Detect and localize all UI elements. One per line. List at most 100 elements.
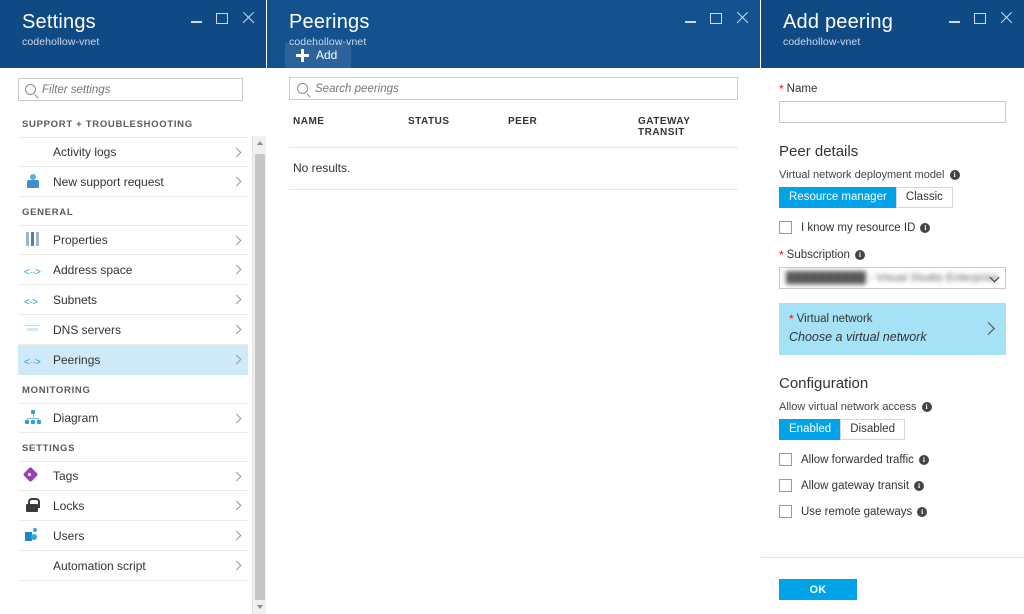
- footer-divider: [761, 557, 1024, 558]
- filter-settings-wrap: [0, 68, 266, 109]
- column-header-name[interactable]: NAME: [293, 116, 408, 138]
- sidebar-item-tags[interactable]: Tags: [18, 461, 248, 491]
- use-remote-gateways-label: Use remote gateways i: [801, 506, 928, 518]
- deployment-model-label: Virtual network deployment model i: [779, 169, 1006, 181]
- required-asterisk: *: [789, 312, 794, 326]
- column-header-peer[interactable]: PEER: [508, 116, 638, 138]
- virtual-network-label: * Virtual network: [789, 312, 994, 326]
- filter-settings-box[interactable]: [18, 78, 243, 101]
- required-asterisk: *: [779, 248, 784, 262]
- plus-icon: [296, 48, 309, 62]
- vnet-access-toggle: Enabled Disabled: [779, 419, 1006, 440]
- info-icon[interactable]: i: [920, 222, 931, 233]
- tags-icon: [24, 468, 42, 484]
- subscription-select[interactable]: ██████████ - Visual Studio Enterprise: [779, 267, 1006, 289]
- chevron-right-icon: [231, 471, 242, 481]
- peerings-body: NAME STATUS PEER GATEWAY TRANSIT No resu…: [267, 68, 760, 614]
- close-icon[interactable]: [736, 12, 748, 24]
- info-icon[interactable]: i: [854, 250, 865, 260]
- close-icon[interactable]: [242, 12, 254, 24]
- add-peering-button[interactable]: Add: [285, 43, 352, 68]
- ok-button[interactable]: OK: [779, 579, 857, 600]
- name-input[interactable]: [779, 101, 1006, 123]
- column-header-status[interactable]: STATUS: [408, 116, 508, 138]
- close-icon[interactable]: [1000, 12, 1012, 24]
- maximize-icon[interactable]: [710, 12, 722, 24]
- allow-gateway-transit-row[interactable]: Allow gateway transit i: [779, 479, 1006, 492]
- use-remote-gateways-row[interactable]: Use remote gateways i: [779, 505, 1006, 518]
- sidebar-item-activity-logs[interactable]: Activity logs: [18, 137, 248, 167]
- scroll-down-arrow-icon[interactable]: [253, 600, 266, 614]
- peerings-blade: Peerings codehollow-vnet Add N: [266, 0, 760, 614]
- name-label-text: Name: [786, 83, 818, 95]
- chevron-right-icon: [231, 294, 242, 305]
- peerings-table-header: NAME STATUS PEER GATEWAY TRANSIT: [289, 108, 738, 147]
- add-peering-window-controls: [949, 12, 1012, 24]
- chevron-right-icon: [231, 324, 242, 335]
- subscription-field-label: * Subscription i: [779, 248, 1006, 262]
- search-peerings-input[interactable]: [315, 82, 737, 95]
- info-icon[interactable]: i: [914, 480, 925, 491]
- minimize-icon[interactable]: [685, 13, 696, 24]
- allow-gateway-transit-checkbox[interactable]: [779, 479, 792, 492]
- use-remote-gateways-checkbox[interactable]: [779, 505, 792, 518]
- allow-gateway-transit-label: Allow gateway transit i: [801, 480, 925, 492]
- peerings-command-bar: Add: [285, 43, 352, 68]
- peerings-blade-header: Peerings codehollow-vnet Add: [267, 0, 760, 68]
- settings-scrollbar[interactable]: [252, 136, 266, 614]
- vnet-access-label-text: Allow virtual network access: [779, 401, 917, 413]
- virtual-network-picker[interactable]: * Virtual network Choose a virtual netwo…: [779, 303, 1006, 355]
- allow-forwarded-traffic-label: Allow forwarded traffic i: [801, 454, 929, 466]
- info-icon[interactable]: i: [921, 402, 932, 412]
- users-icon: [24, 528, 42, 544]
- filter-settings-input[interactable]: [42, 83, 232, 96]
- scrollbar-thumb[interactable]: [255, 154, 265, 614]
- resource-id-checkbox-row[interactable]: I know my resource ID i: [779, 221, 1006, 234]
- virtual-network-label-text: Virtual network: [796, 313, 873, 325]
- info-icon[interactable]: i: [917, 506, 928, 517]
- sidebar-item-properties[interactable]: Properties: [18, 225, 248, 255]
- sidebar-item-label: Peerings: [53, 352, 101, 367]
- allow-forwarded-traffic-checkbox[interactable]: [779, 453, 792, 466]
- resource-id-checkbox[interactable]: [779, 221, 792, 234]
- address-space-icon: <··>: [24, 266, 41, 278]
- search-icon: [297, 83, 308, 94]
- sidebar-item-label: Subnets: [53, 292, 98, 307]
- subscription-select-wrap: ██████████ - Visual Studio Enterprise: [779, 267, 1006, 289]
- column-header-gateway-transit[interactable]: GATEWAY TRANSIT: [638, 116, 738, 138]
- info-icon[interactable]: i: [918, 454, 929, 465]
- minimize-icon[interactable]: [191, 13, 202, 24]
- allow-forwarded-traffic-row[interactable]: Allow forwarded traffic i: [779, 453, 1006, 466]
- sidebar-item-subnets[interactable]: <·> Subnets: [18, 285, 248, 315]
- deployment-model-option-classic[interactable]: Classic: [895, 187, 953, 208]
- deployment-model-option-resource-manager[interactable]: Resource manager: [779, 187, 897, 208]
- group-label-support: SUPPORT + TROUBLESHOOTING: [22, 119, 193, 130]
- sidebar-item-diagram[interactable]: Diagram: [18, 403, 248, 433]
- maximize-icon[interactable]: [216, 12, 228, 24]
- group-label-monitoring: MONITORING: [22, 385, 91, 396]
- vnet-access-option-enabled[interactable]: Enabled: [779, 419, 842, 440]
- sidebar-item-dns-servers[interactable]: DNS servers: [18, 315, 248, 345]
- minimize-icon[interactable]: [949, 13, 960, 24]
- sidebar-item-users[interactable]: Users: [18, 521, 248, 551]
- add-peering-body: * Name Peer details Virtual network depl…: [761, 68, 1024, 614]
- settings-window-controls: [191, 12, 254, 24]
- chevron-right-icon: [231, 354, 242, 365]
- sidebar-item-label: Automation script: [53, 558, 146, 573]
- info-icon[interactable]: i: [949, 170, 960, 180]
- add-peering-subtitle: codehollow-vnet: [783, 36, 861, 48]
- sidebar-item-new-support-request[interactable]: New support request: [18, 167, 248, 197]
- sidebar-item-automation-script[interactable]: Automation script: [18, 551, 248, 581]
- sidebar-item-locks[interactable]: Locks: [18, 491, 248, 521]
- scroll-up-arrow-icon[interactable]: [253, 136, 266, 150]
- maximize-icon[interactable]: [974, 12, 986, 24]
- deployment-model-label-text: Virtual network deployment model: [779, 169, 945, 181]
- nav-group-settings: Tags Locks Users Automation script: [0, 461, 266, 581]
- vnet-access-option-disabled[interactable]: Disabled: [840, 419, 905, 440]
- sidebar-item-label: Address space: [53, 262, 133, 277]
- sidebar-item-label: Diagram: [53, 411, 99, 425]
- sidebar-item-peerings[interactable]: <··> Peerings: [18, 345, 248, 375]
- add-peering-blade: Add peering codehollow-vnet * Name Peer …: [760, 0, 1024, 614]
- sidebar-item-address-space[interactable]: <··> Address space: [18, 255, 248, 285]
- search-peerings-box[interactable]: [289, 77, 738, 100]
